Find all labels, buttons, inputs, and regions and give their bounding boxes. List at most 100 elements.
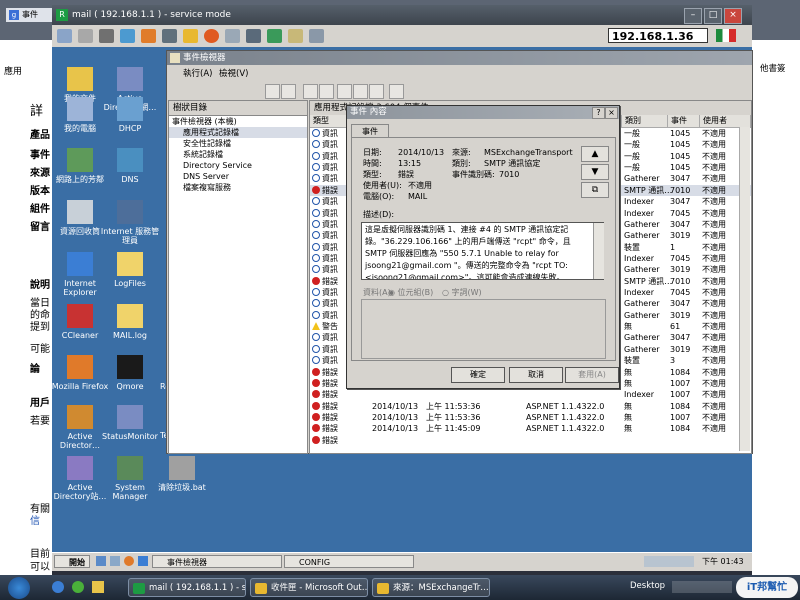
tree-item-security[interactable]: 安全性記錄檔 [169, 138, 307, 149]
event-row[interactable]: 錯誤 2014/10/13 上午 11:53:36 ASP.NET 1.1.4322.… [310, 412, 751, 423]
cell-text: 無 [624, 424, 632, 434]
taskbar-folder-icon[interactable] [92, 581, 104, 593]
forward-arrow-icon[interactable] [281, 84, 296, 99]
tray-icons[interactable] [672, 581, 732, 593]
user-icon[interactable] [141, 29, 156, 43]
tree-item-application[interactable]: 應用程式記錄檔 [169, 127, 307, 138]
cancel-button[interactable]: 取消 [509, 367, 563, 383]
bookmarks-label[interactable]: 應用 [4, 64, 22, 77]
cell-text: ASP.NET 1.1.4322.0 [526, 413, 605, 422]
tree-item-directory-service[interactable]: Directory Service [169, 160, 307, 171]
desktop-icon[interactable]: MAIL.log [98, 304, 162, 340]
cell-text: 3019 [670, 310, 691, 320]
desktop-icon[interactable]: DNS [98, 148, 162, 184]
tree-item-dns-server[interactable]: DNS Server [169, 171, 307, 182]
next-event-button[interactable]: ▼ [581, 164, 609, 180]
gear-icon[interactable] [78, 29, 93, 43]
tree-item-system[interactable]: 系統記錄檔 [169, 149, 307, 160]
event-row[interactable]: 錯誤 2014/10/13 上午 11:45:09 ASP.NET 1.1.4322.… [310, 423, 751, 434]
transfer-icon[interactable] [267, 29, 282, 43]
properties-icon[interactable] [337, 84, 352, 99]
desktop-icon[interactable]: Qmore [98, 355, 162, 391]
desktop-icon[interactable]: LogFiles [98, 252, 162, 288]
tree-item-root[interactable]: 事件檢視器 (本機) [169, 116, 307, 127]
cell-text: Gatherer [624, 310, 660, 320]
event-row[interactable]: 錯誤 Indexer 1007 不適用 [310, 389, 751, 400]
quicklaunch-explorer-icon[interactable] [110, 556, 120, 566]
taskbar-ie-icon[interactable] [52, 581, 64, 593]
outer-text-16[interactable]: 信 [30, 512, 40, 527]
cell-text: 錯誤 [322, 424, 338, 434]
outer-browser-tab[interactable]: g 事件 [6, 8, 56, 22]
fullscreen-icon[interactable] [225, 29, 240, 43]
event-id-cell: 1084 [670, 367, 690, 378]
note-icon[interactable] [288, 29, 303, 43]
tree-item-file-replication[interactable]: 檔案複寫服務 [169, 182, 307, 193]
taskbar-remote-session[interactable]: mail ( 192.168.1.1 ) - s… [128, 578, 246, 597]
quicklaunch-firefox-icon[interactable] [124, 556, 134, 566]
up-folder-icon[interactable] [303, 84, 318, 99]
maximize-button[interactable]: □ [704, 8, 722, 24]
show-tree-icon[interactable] [319, 84, 334, 99]
taskbar-msexchange[interactable]: 來源：MSExchangeTr… [372, 578, 490, 597]
dialog-close-button[interactable]: × [605, 107, 618, 119]
camera-icon[interactable] [162, 29, 177, 43]
description-scrollbar[interactable] [593, 223, 604, 279]
radio-word[interactable]: ○ 字詞(W) [442, 288, 482, 298]
desktop-icon[interactable]: Internet 服務管理員 [98, 200, 162, 245]
menu-action[interactable]: 執行(A) [183, 66, 212, 82]
desktop-icon-label: DNS [121, 175, 139, 184]
tree-item-label: 應用程式記錄檔 [183, 128, 239, 137]
task-event-viewer[interactable]: 事件檢視器 [152, 555, 282, 568]
desktop-toolbar-label[interactable]: Desktop [630, 581, 665, 591]
monitor2-icon[interactable] [246, 29, 261, 43]
window-icon[interactable] [309, 29, 324, 43]
task-config[interactable]: CONFIG [284, 555, 414, 568]
export-icon[interactable] [369, 84, 384, 99]
quicklaunch-desktop-icon[interactable] [96, 556, 106, 566]
refresh-list-icon[interactable] [353, 84, 368, 99]
quicklaunch-ie-icon[interactable] [138, 556, 148, 566]
lock-icon[interactable] [183, 29, 198, 43]
remote-address-field[interactable]: 192.168.1.36 [608, 28, 708, 43]
apply-button[interactable]: 套用(A) [565, 367, 619, 383]
refresh-icon[interactable] [120, 29, 135, 43]
event-type-cell: 資訊 [312, 344, 338, 355]
menu-view[interactable]: 檢視(V) [219, 66, 248, 82]
windows-start-orb-icon[interactable] [8, 577, 30, 599]
desktop-icon[interactable]: DHCP [98, 97, 162, 133]
column-category[interactable]: 類別 [622, 115, 668, 127]
copy-event-button[interactable]: ⧉ [581, 182, 609, 198]
tab-event[interactable]: 事件 [351, 124, 389, 138]
event-row[interactable]: 錯誤 2014/10/13 上午 11:53:36 ASP.NET 1.1.4322.… [310, 401, 751, 412]
event-list-scrollbar[interactable] [739, 127, 750, 451]
cell-text: 不適用 [702, 140, 726, 150]
cell-text: 7045 [670, 208, 691, 218]
radio-byte[interactable]: ◉ 位元組(B) [388, 288, 433, 298]
close-button[interactable]: × [724, 8, 742, 24]
alert-icon[interactable] [204, 29, 219, 43]
system-tray-icons[interactable] [644, 556, 694, 567]
desktop-icon[interactable]: 清除垃圾.bat [150, 456, 214, 492]
info-icon [312, 129, 320, 137]
tools-icon[interactable] [99, 29, 114, 43]
outer-right-strip: 他書簽 [752, 40, 800, 575]
dialog-help-button[interactable]: ? [592, 107, 605, 119]
taskbar-chrome-icon[interactable] [72, 581, 84, 593]
taskbar-outlook[interactable]: 收件匣 - Microsoft Out… [250, 578, 368, 597]
language-flag-icon[interactable] [716, 29, 736, 42]
help-icon[interactable] [389, 84, 404, 99]
description-text[interactable]: 這是虛擬伺服器識別碼 1、連接 #4 的 SMTP 通訊協定記錄。"36.229… [361, 222, 604, 280]
event-row[interactable]: 錯誤 [310, 435, 751, 446]
back-arrow-icon[interactable] [265, 84, 280, 99]
desktop-icon[interactable]: StatusMonitor [98, 405, 162, 441]
start-button[interactable]: 開始 [54, 555, 90, 568]
previous-event-button[interactable]: ▲ [581, 146, 609, 162]
monitor-icon[interactable] [57, 29, 72, 43]
column-user[interactable]: 使用者 [700, 115, 751, 127]
ok-button[interactable]: 確定 [451, 367, 505, 383]
column-event[interactable]: 事件 [668, 115, 700, 127]
minimize-button[interactable]: – [684, 8, 702, 24]
other-bookmarks-label[interactable]: 他書簽 [760, 62, 786, 74]
cell-text: Indexer [624, 390, 654, 400]
